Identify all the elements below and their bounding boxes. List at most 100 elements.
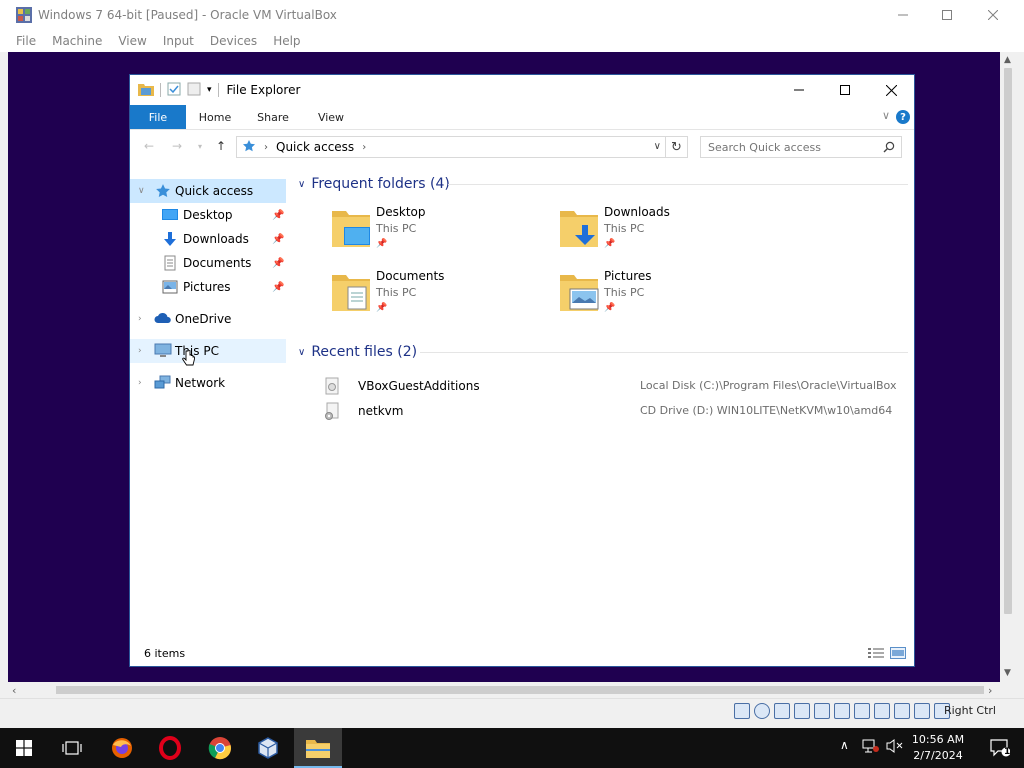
breadcrumb-chevron-icon[interactable]: › — [264, 142, 268, 153]
menu-devices[interactable]: Devices — [202, 34, 265, 48]
pin-icon[interactable]: 📌 — [272, 258, 284, 269]
nav-pinned-desktop[interactable]: Desktop 📌 — [130, 203, 286, 227]
recent-file-row[interactable]: VBoxGuestAdditions Local Disk (C:)\Progr… — [322, 375, 912, 397]
folder-location: This PC — [376, 222, 417, 235]
file-explorer-taskbar-button[interactable] — [294, 728, 342, 768]
nav-pinned-pictures[interactable]: Pictures 📌 — [130, 275, 286, 299]
view-switcher — [868, 647, 906, 662]
chevron-down-icon[interactable]: ∨ — [138, 186, 145, 196]
pin-icon[interactable]: 📌 — [272, 210, 284, 221]
cpu-icon[interactable] — [894, 703, 910, 719]
menu-input[interactable]: Input — [155, 34, 202, 48]
tab-file[interactable]: File — [130, 105, 186, 129]
properties-icon[interactable] — [167, 82, 181, 99]
chevron-right-icon[interactable]: › — [138, 378, 142, 388]
pin-icon[interactable]: 📌 — [272, 282, 284, 293]
address-dropdown-icon[interactable]: ∨ — [654, 141, 661, 152]
forward-arrow-icon[interactable]: → — [172, 139, 182, 153]
menu-file[interactable]: File — [8, 34, 44, 48]
optical-drive-icon[interactable] — [754, 703, 770, 719]
refresh-icon[interactable]: ↻ — [665, 137, 687, 157]
virtualbox-icon — [258, 737, 278, 759]
explorer-minimize-button[interactable] — [776, 75, 822, 105]
breadcrumb-quick-access[interactable]: Quick access — [276, 140, 354, 154]
action-center-button[interactable]: 1 — [976, 728, 1024, 768]
details-view-icon[interactable] — [868, 647, 884, 662]
chevron-down-icon[interactable]: ∨ — [298, 179, 305, 190]
folder-tile-pictures[interactable]: Pictures This PC 📌 — [560, 269, 780, 325]
scroll-down-icon[interactable]: ▼ — [1004, 668, 1011, 678]
nav-quick-access[interactable]: ∨ Quick access — [130, 179, 286, 203]
maximize-icon — [942, 10, 952, 20]
vm-display[interactable]: ▾ File Explorer File Home Share View ∨ ? — [8, 52, 1000, 682]
chevron-right-icon[interactable]: › — [138, 314, 142, 324]
group-recent-files[interactable]: ∨ Recent files (2) — [296, 341, 417, 363]
menu-view[interactable]: View — [110, 34, 154, 48]
menu-machine[interactable]: Machine — [44, 34, 110, 48]
firefox-taskbar-button[interactable] — [98, 728, 146, 768]
address-toolbar: ← → ▾ ↑ › Quick access › ∨ ↻ — [130, 129, 914, 163]
recording-icon[interactable] — [874, 703, 890, 719]
recent-file-row[interactable]: netkvm CD Drive (D:) WIN10LITE\NetKVM\w1… — [322, 400, 912, 422]
volume-muted-icon[interactable] — [886, 738, 904, 757]
new-folder-icon[interactable] — [187, 82, 201, 99]
ribbon-expand-icon[interactable]: ∨ — [882, 109, 890, 122]
display-icon[interactable] — [854, 703, 870, 719]
explorer-close-button[interactable] — [868, 75, 914, 105]
group-frequent-folders[interactable]: ∨ Frequent folders (4) — [296, 173, 450, 195]
system-clock[interactable]: 10:56 AM 2/7/2024 — [908, 732, 968, 764]
search-input[interactable] — [708, 140, 878, 154]
explorer-maximize-button[interactable] — [822, 75, 868, 105]
folder-tile-downloads[interactable]: Downloads This PC 📌 — [560, 205, 780, 261]
mouse-integration-icon[interactable] — [914, 703, 930, 719]
usb-icon[interactable] — [814, 703, 830, 719]
show-hidden-icons-icon[interactable]: ∧ — [840, 738, 849, 752]
chrome-taskbar-button[interactable] — [196, 728, 244, 768]
nav-onedrive[interactable]: › OneDrive — [130, 307, 286, 331]
search-icon[interactable] — [883, 141, 895, 156]
qat-customize-icon[interactable]: ▾ — [207, 85, 212, 95]
network-icon — [154, 375, 171, 391]
host-minimize-button[interactable] — [880, 0, 926, 30]
host-close-button[interactable] — [970, 0, 1016, 30]
pin-icon[interactable]: 📌 — [272, 234, 284, 245]
audio-icon[interactable] — [774, 703, 790, 719]
vertical-scroll-thumb[interactable] — [1004, 68, 1012, 614]
tab-home[interactable]: Home — [186, 105, 244, 129]
folder-tile-documents[interactable]: Documents This PC 📌 — [332, 269, 552, 325]
opera-taskbar-button[interactable] — [146, 728, 194, 768]
scroll-right-icon[interactable]: › — [988, 684, 992, 697]
up-arrow-icon[interactable]: ↑ — [216, 139, 226, 153]
recent-locations-icon[interactable]: ▾ — [198, 142, 202, 151]
nav-network[interactable]: › Network — [130, 371, 286, 395]
tab-share[interactable]: Share — [244, 105, 302, 129]
nav-pinned-documents[interactable]: Documents 📌 — [130, 251, 286, 275]
nav-label: Network — [175, 376, 226, 390]
scroll-left-icon[interactable]: ‹ — [12, 684, 16, 697]
nav-pinned-downloads[interactable]: Downloads 📌 — [130, 227, 286, 251]
network-adapter-icon[interactable] — [794, 703, 810, 719]
back-arrow-icon[interactable]: ← — [144, 139, 154, 153]
horizontal-scroll-thumb[interactable] — [56, 686, 984, 694]
search-box[interactable] — [700, 136, 902, 158]
chevron-down-icon[interactable]: ∨ — [298, 347, 305, 358]
help-icon[interactable]: ? — [896, 110, 910, 124]
vm-horizontal-scrollbar[interactable]: ‹ › — [8, 682, 1000, 698]
nav-this-pc[interactable]: › This PC — [130, 339, 286, 363]
address-bar[interactable]: › Quick access › ∨ ↻ — [236, 136, 688, 158]
shared-folders-icon[interactable] — [834, 703, 850, 719]
scroll-up-icon[interactable]: ▲ — [1004, 55, 1011, 65]
tab-view[interactable]: View — [302, 105, 360, 129]
host-maximize-button[interactable] — [924, 0, 970, 30]
tiles-view-icon[interactable] — [890, 647, 906, 662]
breadcrumb-chevron-icon[interactable]: › — [362, 142, 366, 153]
network-status-icon[interactable] — [862, 738, 880, 757]
vm-vertical-scrollbar[interactable]: ▲ ▼ — [1000, 52, 1016, 682]
virtualbox-taskbar-button[interactable] — [244, 728, 292, 768]
chevron-right-icon[interactable]: › — [138, 346, 142, 356]
task-view-button[interactable] — [48, 728, 96, 768]
folder-tile-desktop[interactable]: Desktop This PC 📌 — [332, 205, 552, 261]
hard-disk-icon[interactable] — [734, 703, 750, 719]
start-button[interactable] — [0, 728, 48, 768]
menu-help[interactable]: Help — [265, 34, 308, 48]
